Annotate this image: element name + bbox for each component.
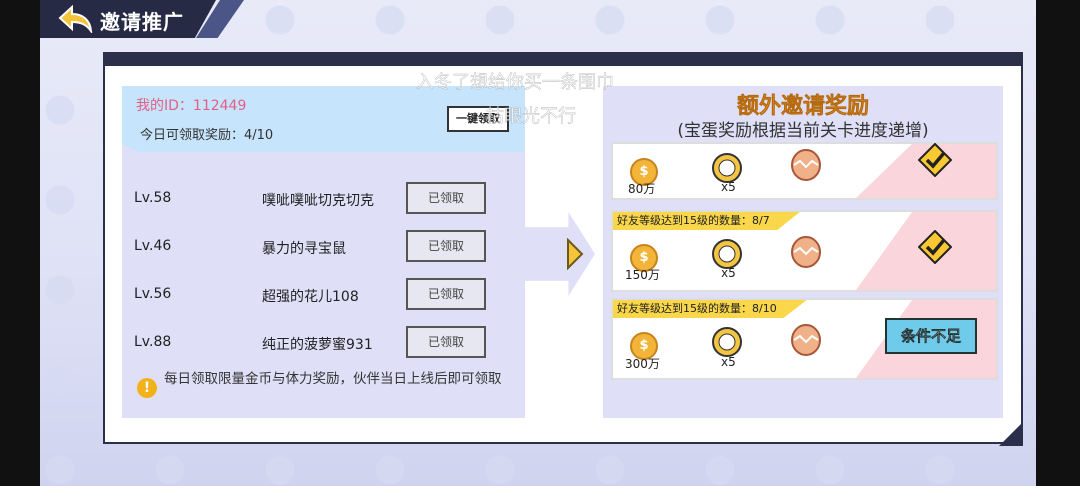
pet-icon <box>712 327 742 357</box>
egg-icon <box>791 236 821 268</box>
friend-row: Lv.46 暴力的寻宝鼠 已领取 <box>122 228 525 268</box>
friend-row: Lv.88 纯正的菠萝蜜931 已领取 <box>122 324 525 364</box>
notice-text: 每日领取限量金币与体力奖励，伙伴当日上线后即可领取 <box>164 371 502 387</box>
panel-top-bar <box>103 52 1023 66</box>
pet-quantity: x5 <box>721 180 736 194</box>
friend-row: Lv.56 超强的花儿108 已领取 <box>122 276 525 316</box>
friend-level: Lv.46 <box>134 238 172 254</box>
warning-icon: ! <box>137 378 157 398</box>
my-id: 我的ID：112449 <box>136 98 247 114</box>
friend-name: 纯正的菠萝蜜931 <box>262 337 373 353</box>
egg-icon <box>791 324 821 356</box>
screen-right-border <box>1036 0 1080 486</box>
egg-icon <box>791 149 821 181</box>
check-icon <box>918 143 952 177</box>
friend-row: Lv.58 噗呲噗呲切克切克 已领取 <box>122 180 525 220</box>
check-icon <box>918 230 952 264</box>
friend-name: 噗呲噗呲切克切克 <box>262 193 374 209</box>
bonus-subtitle: (宝蛋奖励根据当前关卡进度递增) <box>677 121 929 141</box>
friend-level: Lv.88 <box>134 334 172 350</box>
back-arrow-icon[interactable] <box>58 5 94 33</box>
friend-name: 暴力的寻宝鼠 <box>262 241 346 257</box>
tier-condition: 好友等级达到15级的数量：8/7 <box>613 212 800 230</box>
claimed-button[interactable]: 已领取 <box>406 278 486 310</box>
screen-left-border <box>0 0 40 486</box>
coin-amount: 300万 <box>625 357 660 371</box>
tier-condition: 好友等级达到15级的数量：8/10 <box>613 300 807 318</box>
claimed-button[interactable]: 已领取 <box>406 182 486 214</box>
chevron-right-icon <box>567 238 584 270</box>
claimed-button[interactable]: 已领取 <box>406 230 486 262</box>
friend-name: 超强的花儿108 <box>262 289 359 305</box>
friend-level: Lv.56 <box>134 286 172 302</box>
coin-amount: 150万 <box>625 268 660 282</box>
danmaku-comment: 枯眼光不行 <box>486 106 576 127</box>
daily-quota: 今日可领取奖励：4/10 <box>140 128 274 143</box>
claimed-button[interactable]: 已领取 <box>406 326 486 358</box>
pet-quantity: x5 <box>721 266 736 280</box>
page-title: 邀请推广 <box>100 10 184 34</box>
coin-amount: 80万 <box>628 182 656 196</box>
danmaku-comment: 入冬了想给你买一条围巾 <box>416 72 614 93</box>
pet-quantity: x5 <box>721 355 736 369</box>
friend-level: Lv.58 <box>134 190 172 206</box>
condition-insufficient-button[interactable]: 条件不足 <box>885 318 977 354</box>
